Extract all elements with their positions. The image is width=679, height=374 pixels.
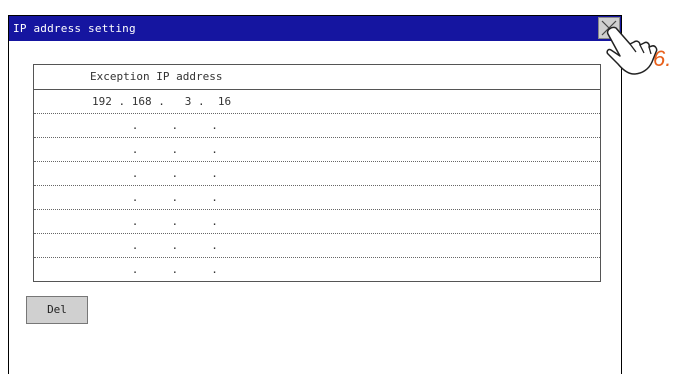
exception-ip-table: Exception IP address 192 . 168 . 3 . 16 …: [33, 64, 601, 282]
ip-address-setting-window: IP address setting Exception IP address …: [8, 15, 622, 374]
ip-value: . . .: [92, 191, 218, 204]
ip-value: . . .: [92, 119, 218, 132]
table-header: Exception IP address: [34, 65, 600, 90]
window-title: IP address setting: [13, 22, 136, 35]
table-row[interactable]: 192 . 168 . 3 . 16: [34, 90, 600, 114]
step-number: 6.: [653, 46, 672, 71]
ip-value: 192 . 168 . 3 . 16: [92, 95, 232, 108]
title-bar: IP address setting: [9, 16, 621, 41]
table-row[interactable]: . . .: [34, 210, 600, 234]
ip-value: . . .: [92, 167, 218, 180]
table-row[interactable]: . . .: [34, 162, 600, 186]
ip-value: . . .: [92, 239, 218, 252]
ip-value: . . .: [92, 263, 218, 276]
ip-value: . . .: [92, 143, 218, 156]
delete-button[interactable]: Del: [26, 296, 88, 324]
ip-value: . . .: [92, 215, 218, 228]
table-row[interactable]: . . .: [34, 186, 600, 210]
table-row[interactable]: . . .: [34, 234, 600, 258]
table-row[interactable]: . . .: [34, 258, 600, 281]
table-row[interactable]: . . .: [34, 114, 600, 138]
table-row[interactable]: . . .: [34, 138, 600, 162]
